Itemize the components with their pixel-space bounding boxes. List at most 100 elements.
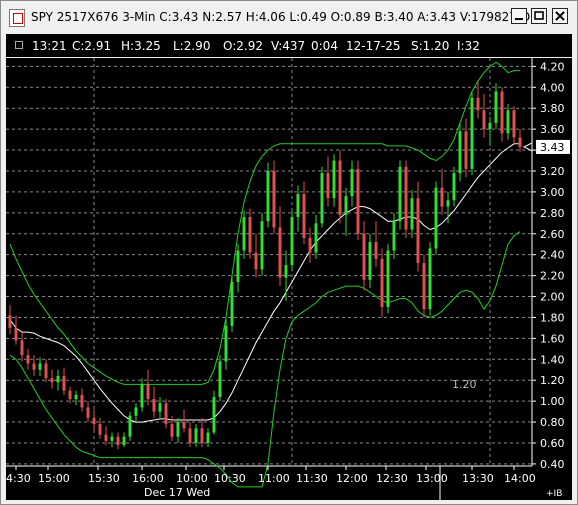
candle-body — [434, 187, 438, 249]
x-tick-label: 15:30 — [88, 472, 120, 485]
candle-body — [278, 227, 282, 278]
candle-body — [368, 242, 372, 280]
y-tick-label: 3.60 — [540, 123, 565, 136]
y-tick-label: 3.80 — [540, 102, 565, 115]
candle-body — [416, 198, 420, 264]
x-tick-label: 11:00 — [258, 472, 290, 485]
y-tick-label: 1.80 — [540, 311, 565, 324]
candle-body — [326, 173, 330, 199]
chart-area[interactable]: 0.40 0.60 0.80 1.00 1.20 1.40 1.60 1.80 2.00 2.20… — [6, 58, 572, 500]
candle-body — [230, 281, 234, 326]
candle-body — [140, 384, 144, 408]
y-tick-label: 1.20 — [540, 374, 565, 387]
info-open: O:2.92 — [223, 39, 263, 53]
info-date: 12-17-25 — [346, 39, 401, 53]
candle-body — [392, 221, 396, 251]
info-i: I:32 — [457, 39, 480, 53]
candle-body — [302, 194, 306, 238]
candle-body — [86, 407, 90, 418]
candle-body — [116, 436, 120, 446]
candle-body — [188, 428, 192, 443]
minimize-button[interactable] — [511, 8, 527, 24]
info-bar-icon[interactable] — [15, 41, 23, 49]
candle-body — [356, 168, 360, 234]
candle-body — [224, 325, 228, 362]
x-tick-label: 12:00 — [336, 472, 368, 485]
candle-body — [266, 170, 270, 222]
x-tick-label: 15:00 — [38, 472, 70, 485]
candle-body — [56, 376, 60, 383]
y-tick-label: 3.20 — [540, 165, 565, 178]
candle-body — [458, 131, 462, 174]
candle-body — [506, 110, 510, 134]
title-bar[interactable]: SPY 2517X676 3-Min C:3.43 N:2.57 H:4.06 … — [1, 1, 577, 33]
candle-body — [290, 217, 294, 266]
x-tick-label: 11:30 — [296, 472, 328, 485]
y-tick-label: 3.00 — [540, 186, 565, 199]
close-button[interactable] — [552, 8, 568, 24]
candle-body — [170, 424, 174, 437]
x-tick-label: 13:00 — [416, 472, 448, 485]
info-bar: 13:21 C:2.91 H:3.25 L:2.90 O:2.92 V:437 … — [6, 34, 572, 57]
candle-body — [422, 263, 426, 310]
candle-body — [122, 436, 126, 446]
candle-body — [386, 250, 390, 307]
window-title: SPY 2517X676 3-Min C:3.43 N:2.57 H:4.06 … — [31, 10, 546, 24]
y-tick-label: 1.40 — [540, 353, 565, 366]
candle-body — [494, 91, 498, 123]
candle-body — [248, 217, 252, 253]
candle-body — [146, 384, 150, 400]
candle-body — [104, 434, 108, 441]
x-tick-label: 10:00 — [176, 472, 208, 485]
app-icon[interactable] — [9, 9, 25, 27]
x-tick-label: 13:30 — [462, 472, 494, 485]
candle-body — [194, 428, 198, 443]
y-tick-label: 0.60 — [540, 437, 565, 450]
x-tick-label: 10:30 — [214, 472, 246, 485]
candle-body — [176, 422, 180, 437]
info-close: C:2.91 — [72, 39, 112, 53]
close-icon — [555, 11, 565, 21]
candle-body — [14, 327, 18, 341]
x-tick-label: 16:00 — [132, 472, 164, 485]
candle-body — [374, 242, 378, 259]
candle-body — [26, 355, 30, 364]
candle-body — [482, 110, 486, 130]
y-tick-label: 1.60 — [540, 332, 565, 345]
x-tick-label: 12:30 — [376, 472, 408, 485]
candle-body — [440, 187, 444, 207]
candle-body — [314, 223, 318, 253]
price-chart[interactable]: 0.40 0.60 0.80 1.00 1.20 1.40 1.60 1.80 2.00 2.20… — [6, 58, 572, 500]
candle-body — [338, 160, 342, 215]
candle-body — [398, 166, 402, 222]
candle-body — [362, 233, 366, 280]
candle-body — [20, 340, 24, 356]
candle-body — [476, 97, 480, 111]
candle-body — [236, 250, 240, 282]
upper-band-line — [9, 61, 520, 385]
candle-body — [464, 131, 468, 169]
candle-body — [182, 422, 186, 429]
candle-body — [38, 363, 42, 370]
minimize-icon — [515, 18, 523, 20]
candle-body — [68, 390, 72, 400]
y-tick-label: 4.20 — [540, 60, 565, 73]
candle-body — [428, 248, 432, 310]
info-ticks: 0:04 — [311, 39, 338, 53]
candle-body — [452, 173, 456, 201]
candle-body — [128, 415, 132, 437]
maximize-button[interactable] — [531, 8, 547, 24]
y-tick-label: 0.80 — [540, 416, 565, 429]
candle-body — [218, 361, 222, 397]
candle-body — [8, 315, 12, 328]
y-tick-label: 2.00 — [540, 291, 565, 304]
info-volume: V:437 — [271, 39, 306, 53]
info-low: L:2.90 — [173, 39, 211, 53]
candle-body — [518, 137, 522, 147]
y-tick-label: 2.20 — [540, 270, 565, 283]
candle-body — [32, 363, 36, 370]
candle-body — [158, 403, 162, 412]
candle-body — [92, 417, 96, 425]
candle-body — [470, 97, 474, 169]
candle-body — [446, 200, 450, 207]
